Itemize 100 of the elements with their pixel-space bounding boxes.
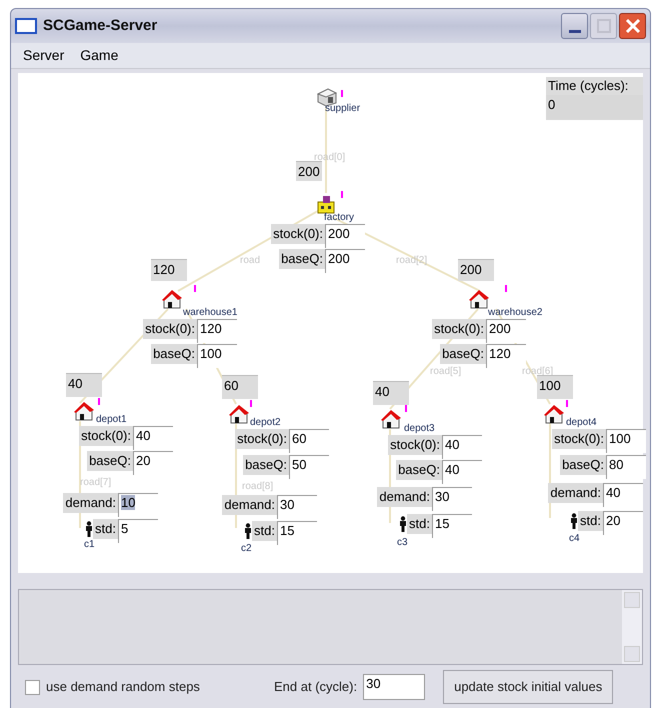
value-field[interactable]: 30 — [277, 495, 317, 519]
value-text: 100 — [200, 346, 222, 361]
status-tick — [250, 400, 252, 407]
field-label: demand: — [63, 493, 118, 513]
menu-item[interactable]: Server — [23, 45, 64, 66]
field-label: stock(0): — [432, 319, 486, 339]
close-button[interactable] — [619, 13, 646, 39]
house-icon — [228, 404, 250, 424]
end-at-field[interactable]: 30 — [363, 674, 426, 700]
field-label: baseQ: — [440, 344, 486, 364]
field-label: baseQ: — [151, 344, 197, 364]
value-text: 30 — [435, 489, 450, 504]
field-label: std: — [93, 519, 118, 539]
value-field[interactable]: 15 — [432, 514, 472, 538]
field-label: baseQ: — [560, 455, 606, 475]
status-tick — [341, 191, 343, 198]
close-icon — [624, 18, 640, 34]
checkbox-label: use demand random steps — [46, 678, 201, 696]
value-field[interactable]: 50 — [289, 455, 329, 479]
field-label: baseQ: — [87, 451, 133, 471]
field-label: stock(0): — [271, 224, 325, 244]
value-text: 120 — [489, 346, 511, 361]
field-label: stock(0): — [388, 435, 442, 455]
checkbox[interactable] — [25, 680, 40, 694]
menu-item[interactable]: Game — [80, 45, 118, 66]
person-icon — [85, 521, 94, 537]
value-field[interactable]: 200 — [325, 249, 365, 273]
status-tick — [98, 398, 100, 405]
value-field[interactable]: 5 — [118, 519, 158, 543]
value-text: 10 — [121, 495, 136, 510]
field-label: baseQ: — [243, 455, 289, 475]
window-icon — [15, 18, 37, 34]
value-text: 40 — [445, 437, 460, 452]
time-value: 0 — [546, 95, 643, 120]
field-label: demand: — [377, 487, 432, 507]
value-field[interactable]: 40 — [442, 460, 482, 484]
node-name: depot1 — [96, 414, 127, 426]
field-label: std: — [578, 511, 603, 531]
field-label: std: — [252, 521, 277, 541]
window-title: SCGame-Server — [43, 16, 158, 36]
value-text: 60 — [292, 431, 306, 446]
end-at-label: End at (cycle): — [274, 678, 358, 696]
status-tick — [341, 90, 343, 97]
time-label: Time (cycles): — [546, 77, 643, 95]
order-value: 200 — [296, 161, 322, 181]
order-value: 60 — [222, 375, 258, 399]
status-tick — [566, 400, 568, 407]
maximize-icon — [596, 19, 610, 33]
field-label: stock(0): — [235, 429, 289, 449]
value-text: 40 — [445, 462, 460, 477]
value-field[interactable]: 100 — [197, 344, 237, 368]
value-field[interactable]: 20 — [603, 511, 643, 535]
minimize-button[interactable] — [561, 13, 588, 39]
value-text: 20 — [136, 453, 150, 468]
person-icon — [244, 523, 252, 539]
value-field[interactable]: 200 — [486, 319, 526, 343]
field-label: stock(0): — [552, 429, 606, 449]
value-field[interactable]: 120 — [486, 344, 526, 368]
status-tick — [405, 405, 407, 412]
customer-name: c2 — [241, 543, 252, 555]
customer-name: c4 — [569, 533, 580, 545]
value-text: 200 — [328, 251, 350, 266]
value-field[interactable]: 200 — [325, 224, 365, 248]
customer-name: c3 — [397, 537, 408, 549]
value-field[interactable]: 80 — [606, 455, 646, 479]
minimize-icon — [568, 30, 580, 33]
scrollbar[interactable] — [622, 590, 642, 664]
field-label: stock(0): — [143, 319, 197, 339]
field-label: demand: — [548, 483, 603, 503]
node-name: supplier — [325, 103, 360, 115]
value-field[interactable]: 10 — [118, 493, 158, 517]
value-field[interactable]: 120 — [197, 319, 237, 343]
field-label: baseQ: — [396, 460, 442, 480]
order-value: 120 — [151, 259, 187, 281]
value-text: 40 — [606, 485, 620, 500]
node-name: depot3 — [404, 423, 435, 435]
value-field[interactable]: 40 — [603, 483, 643, 507]
update-button[interactable]: update stock initial values — [443, 670, 614, 704]
value-text: 40 — [136, 428, 150, 443]
value-text: 20 — [606, 513, 620, 528]
node-name: warehouse1 — [183, 307, 238, 319]
value-field[interactable]: 40 — [133, 426, 173, 450]
value-text: 100 — [609, 431, 631, 446]
order-value: 200 — [458, 259, 494, 281]
status-tick — [505, 285, 507, 292]
node-name: warehouse2 — [488, 307, 542, 319]
value-field[interactable]: 30 — [432, 487, 472, 511]
value-text: 5 — [121, 521, 128, 536]
house-icon — [380, 409, 402, 429]
value-field[interactable]: 100 — [606, 429, 646, 453]
order-value: 40 — [373, 381, 409, 405]
value-field[interactable]: 15 — [277, 521, 317, 545]
field-label: std: — [407, 514, 432, 534]
house-icon — [543, 404, 565, 424]
person-icon — [570, 513, 578, 529]
value-text: 200 — [489, 321, 511, 336]
node-name: depot2 — [250, 417, 281, 429]
value-field[interactable]: 40 — [442, 435, 482, 459]
value-field[interactable]: 60 — [289, 429, 329, 453]
value-field[interactable]: 20 — [133, 451, 173, 475]
